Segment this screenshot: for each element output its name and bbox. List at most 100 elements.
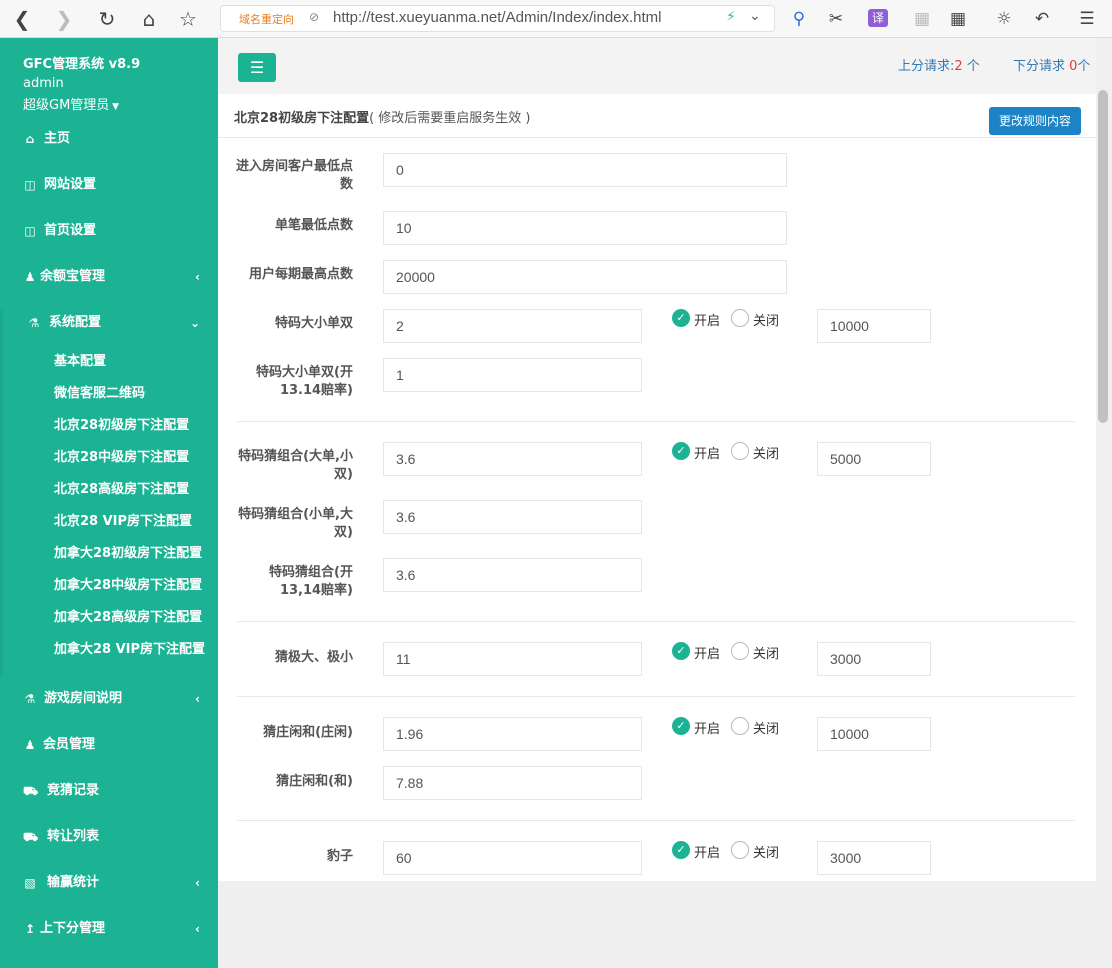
sidebar-item-site-settings[interactable]: ◫ 网站设置 bbox=[0, 173, 218, 197]
reload-icon[interactable]: ↻ bbox=[95, 7, 119, 31]
flask-icon: ⚗ bbox=[24, 692, 36, 706]
submenu-bj28-middle[interactable]: 北京28中级房下注配置 bbox=[54, 448, 189, 468]
tema-dxds-disable-radio[interactable] bbox=[731, 309, 749, 327]
top-header: ☰ 上分请求:2 个 下分请求 0个 bbox=[218, 38, 1112, 94]
min-enter-input[interactable] bbox=[383, 153, 787, 187]
radio-on-label: 开启 bbox=[694, 846, 721, 861]
tema-dxds-1314-input[interactable] bbox=[383, 358, 642, 392]
forward-icon[interactable]: ❯ bbox=[52, 7, 76, 31]
undo-icon[interactable]: ↶ bbox=[1030, 8, 1054, 30]
bar-chart-icon: ▧ bbox=[24, 876, 36, 890]
tema-dxds-input[interactable] bbox=[383, 309, 642, 343]
chevron-down-icon[interactable]: ⌄ bbox=[749, 8, 761, 24]
address-bar[interactable]: 域名重定向 ⊘ http://test.xueyuanma.net/Admin/… bbox=[220, 5, 775, 32]
panel-note: ( 修改后需要重启服务生效 ) bbox=[369, 111, 531, 126]
tema-dxds-enable-radio[interactable]: ✓ bbox=[672, 309, 690, 327]
combo-big-limit-input[interactable] bbox=[817, 442, 931, 476]
sidebar-item-transfers[interactable]: ⛟ 转让列表 bbox=[0, 825, 218, 849]
home-icon[interactable]: ⌂ bbox=[137, 7, 161, 31]
submenu-wechat-qr[interactable]: 微信客服二维码 bbox=[54, 384, 145, 404]
browser-toolbar: ❮ ❯ ↻ ⌂ ☆ 域名重定向 ⊘ http://test.xueyuanma.… bbox=[0, 0, 1112, 38]
extreme-disable-radio[interactable] bbox=[731, 642, 749, 660]
tie-input[interactable] bbox=[383, 766, 642, 800]
sidebar-item-homepage-settings[interactable]: ◫ 首页设置 bbox=[0, 219, 218, 243]
columns-icon: ◫ bbox=[24, 178, 36, 192]
scrollbar-thumb[interactable] bbox=[1098, 90, 1108, 423]
submenu-ca28-junior[interactable]: 加拿大28初级房下注配置 bbox=[54, 544, 202, 564]
sidebar-item-bet-records[interactable]: ⛟ 竞猜记录 bbox=[0, 779, 218, 803]
extreme-input[interactable] bbox=[383, 642, 642, 676]
scissors-icon[interactable]: ✂ bbox=[824, 8, 848, 30]
edit-rules-button[interactable]: 更改规则内容 bbox=[989, 107, 1081, 135]
radio-on-label: 开启 bbox=[694, 447, 721, 462]
radio-on-label: 开启 bbox=[694, 647, 721, 662]
sidebar-item-label: 游戏房间说明 bbox=[44, 691, 123, 706]
url-text[interactable]: http://test.xueyuanma.net/Admin/Index/in… bbox=[333, 9, 662, 26]
submenu-bj28-vip[interactable]: 北京28 VIP房下注配置 bbox=[54, 512, 192, 532]
combo-1314-input[interactable] bbox=[383, 558, 642, 592]
redirect-tag[interactable]: 域名重定向 bbox=[239, 11, 294, 27]
submenu-bj28-junior[interactable]: 北京28初级房下注配置 bbox=[54, 416, 189, 436]
banker-player-enable-radio[interactable]: ✓ bbox=[672, 717, 690, 735]
leopard-limit-input[interactable] bbox=[817, 841, 931, 875]
sidebar-item-label: 系统配置 bbox=[49, 315, 102, 330]
translate-icon[interactable]: 译 bbox=[868, 9, 888, 27]
radio-off-label: 关闭 bbox=[753, 314, 780, 329]
screenshot-icon[interactable]: ▦ bbox=[910, 8, 934, 30]
submenu-basic-config[interactable]: 基本配置 bbox=[54, 352, 106, 372]
back-icon[interactable]: ❮ bbox=[10, 7, 34, 31]
extreme-limit-input[interactable] bbox=[817, 642, 931, 676]
sidebar: GFC管理系统 v8.9 admin 超级GM管理员 ▼ ⌂ 主页 ◫ 网站设置… bbox=[0, 38, 218, 968]
star-icon[interactable]: ☆ bbox=[176, 7, 200, 31]
submenu-ca28-vip[interactable]: 加拿大28 VIP房下注配置 bbox=[54, 640, 205, 660]
chevron-left-icon: ‹ bbox=[195, 922, 200, 936]
panel-header: 北京28初级房下注配置( 修改后需要重启服务生效 ) 更改规则内容 bbox=[218, 94, 1096, 138]
min-bet-input[interactable] bbox=[383, 211, 787, 245]
blocked-icon[interactable]: ⊘ bbox=[309, 10, 319, 24]
sidebar-item-room-info[interactable]: ⚗ 游戏房间说明 ‹ bbox=[0, 687, 218, 711]
leopard-input[interactable] bbox=[383, 841, 642, 875]
submenu-ca28-senior[interactable]: 加拿大28高级房下注配置 bbox=[54, 608, 202, 628]
banker-player-disable-radio[interactable] bbox=[731, 717, 749, 735]
banker-player-limit-input[interactable] bbox=[817, 717, 931, 751]
sidebar-item-members[interactable]: ♟ 会员管理 bbox=[0, 733, 218, 757]
banker-player-input[interactable] bbox=[383, 717, 642, 751]
credit-down-requests[interactable]: 下分请求 0个 bbox=[1013, 55, 1090, 74]
bolt-icon[interactable]: ⚡ bbox=[726, 9, 736, 25]
radio-off-label: 关闭 bbox=[753, 722, 780, 737]
leopard-enable-radio[interactable]: ✓ bbox=[672, 841, 690, 859]
field-label-min-bet: 单笔最低点数 bbox=[274, 218, 353, 233]
sidebar-item-credit-manage[interactable]: ↥ 上下分管理 ‹ bbox=[0, 917, 218, 941]
combo-big-input[interactable] bbox=[383, 442, 642, 476]
sidebar-item-balance[interactable]: ♟ 余额宝管理 ‹ bbox=[0, 265, 218, 289]
sidebar-toggle-button[interactable]: ☰ bbox=[238, 53, 276, 82]
sidebar-item-home[interactable]: ⌂ 主页 bbox=[0, 127, 218, 151]
submenu-ca28-middle[interactable]: 加拿大28中级房下注配置 bbox=[54, 576, 202, 596]
submenu-bj28-senior[interactable]: 北京28高级房下注配置 bbox=[54, 480, 189, 500]
tema-dxds-limit-input[interactable] bbox=[817, 309, 931, 343]
field-label-combo-small: 特码猜组合(小单,大双) bbox=[238, 507, 353, 540]
search-icon[interactable]: ⚲ bbox=[787, 8, 811, 30]
sidebar-item-win-loss[interactable]: ▧ 输赢统计 ‹ bbox=[0, 871, 218, 895]
leopard-disable-radio[interactable] bbox=[731, 841, 749, 859]
sidebar-item-system-config[interactable]: ⚗ 系统配置 ⌄ bbox=[0, 311, 218, 335]
combo-big-enable-radio[interactable]: ✓ bbox=[672, 442, 690, 460]
arrow-up-icon: ↥ bbox=[24, 922, 36, 936]
credit-down-unit: 个 bbox=[1077, 59, 1091, 74]
apps-grid-icon[interactable]: ▦ bbox=[946, 8, 970, 30]
max-per-period-input[interactable] bbox=[383, 260, 787, 294]
menu-icon[interactable]: ☰ bbox=[1075, 8, 1099, 30]
car-icon: ⛟ bbox=[23, 830, 39, 844]
user-icon: ♟ bbox=[24, 738, 36, 752]
active-indicator bbox=[0, 310, 3, 676]
sun-icon[interactable]: ☼ bbox=[992, 8, 1016, 30]
combo-small-input[interactable] bbox=[383, 500, 642, 534]
divider bbox=[237, 621, 1075, 622]
combo-big-disable-radio[interactable] bbox=[731, 442, 749, 460]
user-role-dropdown[interactable]: 超级GM管理员 ▼ bbox=[23, 94, 119, 113]
brand-title: GFC管理系统 v8.9 bbox=[23, 57, 141, 72]
credit-up-requests[interactable]: 上分请求:2 个 bbox=[898, 55, 980, 74]
chevron-left-icon: ‹ bbox=[195, 692, 200, 706]
user-role-label: 超级GM管理员 bbox=[23, 98, 110, 113]
extreme-enable-radio[interactable]: ✓ bbox=[672, 642, 690, 660]
